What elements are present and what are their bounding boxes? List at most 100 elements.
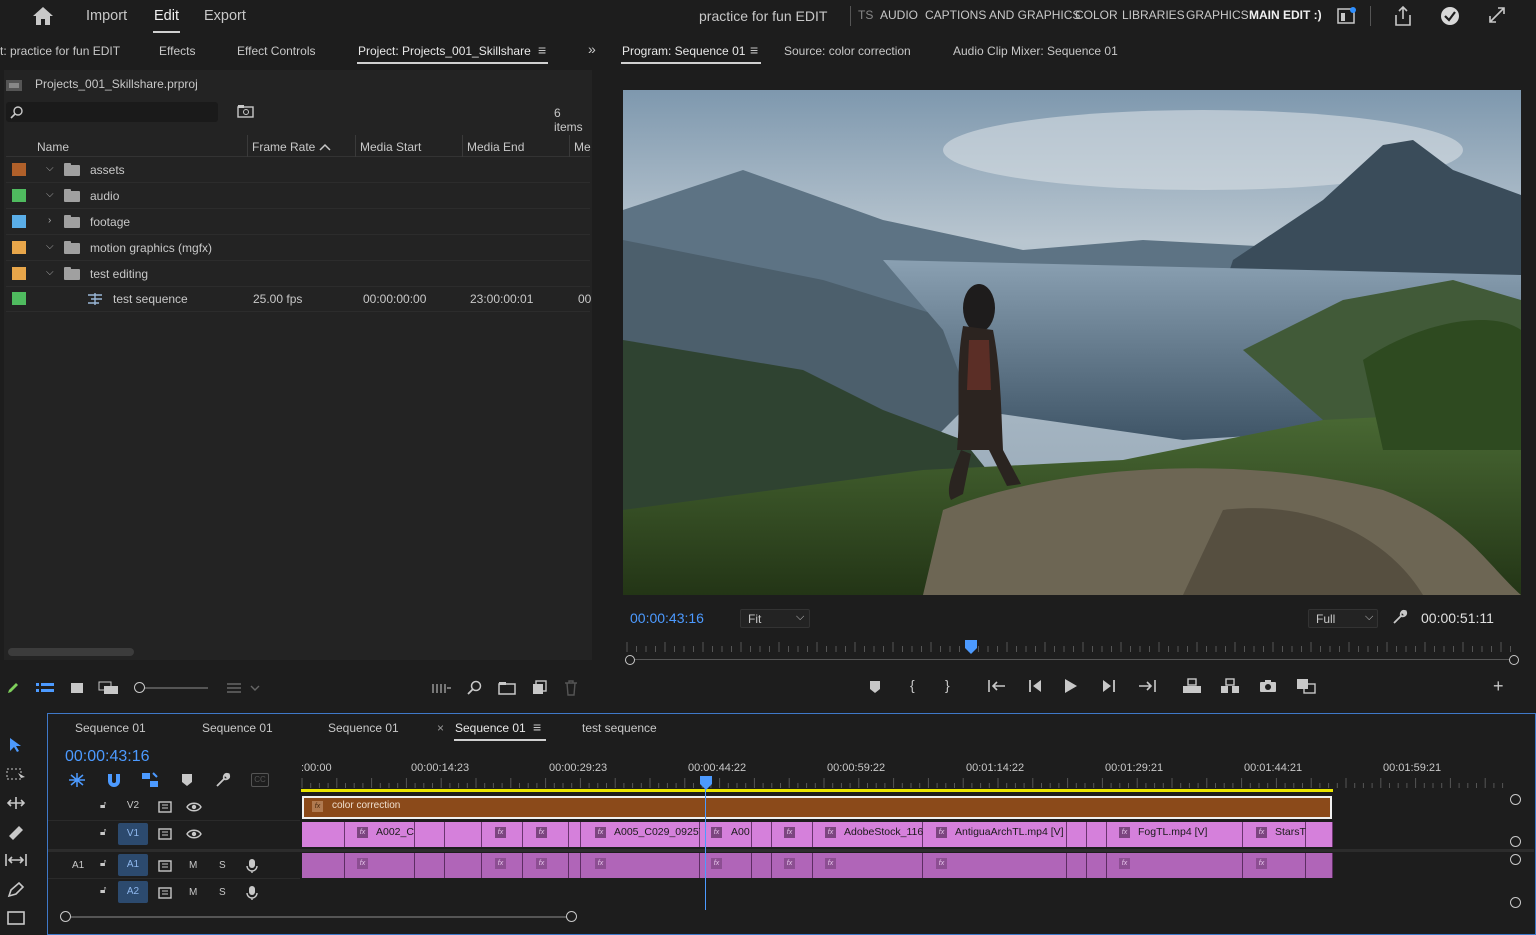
add-marker-icon[interactable]: [181, 773, 193, 787]
scrollbar-right-handle[interactable]: [566, 911, 577, 922]
sync-lock-icon[interactable]: [158, 887, 172, 899]
mark-in-icon[interactable]: {: [910, 677, 915, 693]
sync-lock-icon[interactable]: [158, 828, 172, 840]
chevron-down-icon[interactable]: ⌵: [46, 241, 58, 253]
program-menu-icon[interactable]: ≡: [750, 42, 758, 58]
label-color-swatch[interactable]: [12, 189, 26, 202]
video-clip[interactable]: fx FogTL.mp4 [V]: [1107, 822, 1243, 847]
label-color-swatch[interactable]: [12, 267, 26, 280]
scrub-start-handle[interactable]: [625, 655, 635, 665]
workspace-libraries[interactable]: LIBRARIES: [1122, 8, 1185, 22]
mark-out-icon[interactable]: }: [945, 677, 950, 693]
workspace-color[interactable]: COLOR: [1075, 8, 1118, 22]
source-patch-a1[interactable]: A1: [72, 860, 84, 871]
export-frame-icon[interactable]: [1259, 679, 1277, 693]
list-item[interactable]: test sequence 25.00 fps 00:00:00:00 23:0…: [6, 286, 591, 312]
scroll-handle[interactable]: [1510, 794, 1521, 805]
chevron-down-icon[interactable]: ⌵: [46, 189, 58, 201]
razor-tool-icon[interactable]: [7, 824, 25, 840]
timeline-settings-wrench-icon[interactable]: [215, 772, 231, 788]
delete-icon[interactable]: [564, 680, 578, 696]
automate-to-sequence-icon[interactable]: [432, 682, 452, 694]
video-clip[interactable]: fx AntiguaArchTL.mp4 [V]: [923, 822, 1067, 847]
pencil-icon[interactable]: [6, 681, 20, 695]
tab-test-sequence[interactable]: test sequence: [582, 721, 657, 735]
step-forward-icon[interactable]: [1102, 679, 1116, 693]
find-icon[interactable]: [467, 680, 483, 696]
sort-icons-icon[interactable]: [226, 681, 260, 695]
video-clip[interactable]: fx: [772, 822, 813, 847]
close-tab-icon[interactable]: ×: [437, 721, 444, 735]
audio-clip[interactable]: [569, 853, 581, 878]
audio-clip[interactable]: fx: [482, 853, 523, 878]
zoom-slider-handle[interactable]: [134, 682, 145, 693]
rectangle-tool-icon[interactable]: [7, 911, 25, 925]
track-target-v2[interactable]: V2: [118, 796, 148, 818]
tab-source[interactable]: Source: color correction: [784, 44, 911, 58]
list-item[interactable]: ⌵ test editing: [6, 261, 590, 287]
lock-icon[interactable]: 🔓︎: [100, 858, 106, 869]
add-button-icon[interactable]: +: [1493, 676, 1504, 697]
video-clip[interactable]: fx: [482, 822, 523, 847]
nav-import[interactable]: Import: [86, 8, 127, 24]
workspace-ts[interactable]: TS: [858, 8, 873, 22]
scrollbar-left-handle[interactable]: [60, 911, 71, 922]
chevron-down-icon[interactable]: ⌵: [46, 267, 58, 279]
program-scrub-bar[interactable]: [623, 638, 1521, 666]
panel-menu-icon[interactable]: ≡: [538, 42, 546, 58]
ripple-edit-tool-icon[interactable]: [6, 796, 26, 810]
timeline-playhead-line[interactable]: [705, 786, 706, 910]
audio-clip[interactable]: [752, 853, 772, 878]
fullscreen-icon[interactable]: [1488, 6, 1506, 24]
audio-clip[interactable]: [302, 853, 345, 878]
list-item[interactable]: ⌵ audio: [6, 183, 590, 209]
workspace-captions[interactable]: CAPTIONS AND GRAPHICS: [925, 8, 1080, 22]
step-back-icon[interactable]: [1028, 679, 1042, 693]
tab-sequence-01[interactable]: Sequence 01: [75, 721, 146, 735]
audio-clip[interactable]: fx: [345, 853, 415, 878]
video-clip[interactable]: [752, 822, 772, 847]
video-clip[interactable]: [415, 822, 445, 847]
tab-audio-clip-mixer[interactable]: Audio Clip Mixer: Sequence 01: [953, 44, 1118, 58]
audio-clip[interactable]: fx: [1107, 853, 1243, 878]
video-clip[interactable]: fx A002_C: [345, 822, 415, 847]
video-clip[interactable]: fx A00: [700, 822, 752, 847]
list-view-icon[interactable]: [36, 682, 54, 694]
timeline-zoom-scrollbar[interactable]: [60, 911, 1510, 923]
tab-sequence-01-active[interactable]: Sequence 01: [455, 721, 526, 735]
resolution-select[interactable]: Full ⌵: [1308, 609, 1378, 628]
tab-practice-edit[interactable]: t: practice for fun EDIT: [0, 44, 120, 58]
scrub-end-handle[interactable]: [1509, 655, 1519, 665]
video-clip[interactable]: fx StarsT: [1243, 822, 1306, 847]
icon-view-icon[interactable]: [70, 682, 84, 694]
nest-icon[interactable]: [68, 772, 86, 788]
column-media-end[interactable]: Media End: [467, 140, 524, 154]
audio-clip[interactable]: fx: [1243, 853, 1306, 878]
video-clip[interactable]: fx: [523, 822, 569, 847]
list-item[interactable]: › footage: [6, 209, 590, 235]
nav-export[interactable]: Export: [204, 8, 246, 24]
audio-clip[interactable]: fx: [700, 853, 752, 878]
current-timecode[interactable]: 00:00:43:16: [630, 610, 704, 626]
freeform-view-icon[interactable]: [98, 681, 120, 695]
solo-button[interactable]: S: [219, 887, 226, 898]
horizontal-scrollbar[interactable]: [8, 648, 134, 656]
audio-clip[interactable]: [1306, 853, 1333, 878]
mute-button[interactable]: M: [189, 860, 197, 871]
video-clip[interactable]: fx AdobeStock_116: [813, 822, 923, 847]
tab-program[interactable]: Program: Sequence 01: [622, 44, 745, 58]
column-more[interactable]: Me: [574, 140, 591, 154]
chevron-down-icon[interactable]: ⌵: [46, 163, 58, 175]
video-clip[interactable]: [445, 822, 482, 847]
chevron-right-icon[interactable]: ›: [48, 215, 60, 227]
label-color-swatch[interactable]: [12, 292, 26, 305]
audio-clip[interactable]: [1087, 853, 1107, 878]
zoom-slider[interactable]: [134, 682, 208, 694]
workspace-graphics[interactable]: GRAPHICS: [1186, 8, 1249, 22]
scroll-handle[interactable]: [1510, 836, 1521, 847]
go-to-in-icon[interactable]: [988, 679, 1006, 693]
column-media-start[interactable]: Media Start: [360, 140, 421, 154]
lock-icon[interactable]: 🔓︎: [100, 827, 106, 838]
column-name[interactable]: Name: [37, 140, 69, 154]
video-clip[interactable]: [1087, 822, 1107, 847]
